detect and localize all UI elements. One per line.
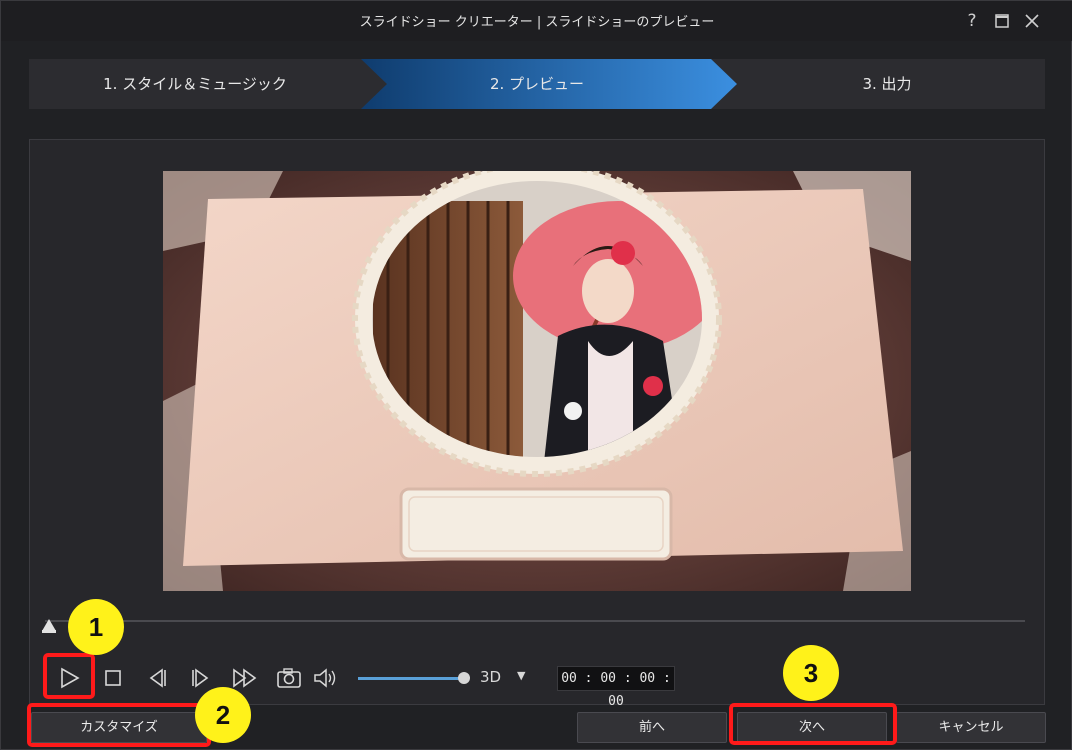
annotation-marker-1: 1 — [68, 599, 124, 655]
back-button[interactable]: 前へ — [577, 712, 727, 743]
help-button[interactable]: ? — [961, 10, 983, 32]
previous-frame-button[interactable] — [142, 663, 172, 693]
wizard-steps: 1. スタイル＆ミュージック 2. プレビュー 3. 出力 — [29, 59, 1045, 109]
maximize-icon — [995, 14, 1009, 28]
step-preview[interactable]: 2. プレビュー — [387, 59, 687, 109]
speaker-icon — [314, 668, 336, 688]
volume-slider[interactable] — [358, 677, 462, 680]
3d-mode-label[interactable]: 3D — [480, 668, 501, 686]
highlight-next-button — [729, 703, 897, 745]
close-button[interactable] — [1021, 10, 1043, 32]
timecode-display: 00 : 00 : 00 : 00 — [557, 666, 675, 709]
question-mark-icon: ? — [967, 11, 977, 31]
3d-mode-dropdown[interactable]: ▼ — [517, 669, 525, 682]
chevron-down-icon: ▼ — [517, 669, 526, 682]
preview-video — [163, 171, 911, 591]
slideshow-creator-window: スライドショー クリエーター | スライドショーのプレビュー ? 1. スタイル… — [0, 0, 1072, 750]
step-style-music[interactable]: 1. スタイル＆ミュージック — [29, 59, 361, 109]
previous-frame-icon — [149, 668, 166, 688]
highlight-customize-button — [27, 703, 211, 747]
annotation-marker-2: 2 — [195, 687, 251, 743]
annotation-marker-3: 3 — [783, 645, 839, 701]
stop-button[interactable] — [98, 663, 128, 693]
window-title: スライドショー クリエーター | スライドショーのプレビュー — [359, 15, 715, 30]
preview-frame-image — [163, 171, 911, 591]
stop-icon — [105, 670, 121, 686]
volume-slider-thumb[interactable] — [458, 672, 470, 684]
title-bar: スライドショー クリエーター | スライドショーのプレビュー ? — [1, 1, 1072, 41]
seek-thumb[interactable] — [41, 618, 57, 634]
close-icon — [1025, 14, 1039, 28]
snapshot-button[interactable] — [274, 663, 304, 693]
seek-bar[interactable] — [45, 620, 1025, 622]
maximize-button[interactable] — [991, 10, 1013, 32]
step-output[interactable]: 3. 出力 — [729, 59, 1045, 109]
highlight-play-button — [43, 653, 95, 699]
cancel-button[interactable]: キャンセル — [896, 712, 1046, 743]
volume-button[interactable] — [310, 663, 340, 693]
camera-icon — [277, 668, 301, 688]
